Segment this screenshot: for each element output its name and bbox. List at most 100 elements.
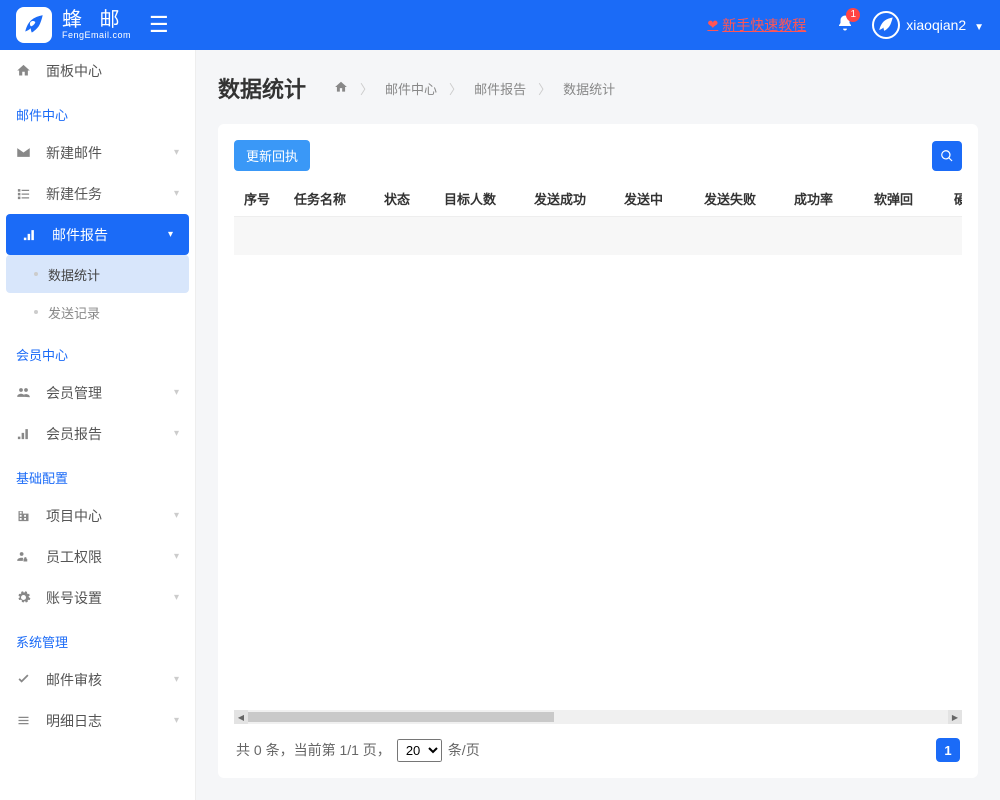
page-header: 数据统计 〉 邮件中心 〉 邮件报告 〉 数据统计: [218, 72, 978, 104]
dot-icon: [34, 272, 38, 276]
home-icon[interactable]: [334, 80, 348, 97]
chevron-down-icon: ▾: [174, 592, 179, 603]
menu-toggle-icon[interactable]: ☰: [149, 12, 169, 38]
search-button[interactable]: [932, 141, 962, 171]
chevron-down-icon: ▾: [168, 229, 173, 240]
sidebar-section-mail: 邮件中心: [0, 91, 195, 132]
table-header: 序号 任务名称 状态 目标人数 发送成功 发送中 发送失败 成功率 软弹回 硬弹…: [234, 181, 962, 217]
chevron-down-icon: ▾: [174, 551, 179, 562]
sidebar-item-project[interactable]: 项目中心 ▾: [0, 495, 195, 536]
sidebar-label: 面板中心: [46, 61, 102, 81]
col-failed: 发送失败: [694, 189, 784, 208]
sidebar-item-dashboard[interactable]: 面板中心: [0, 50, 195, 91]
username-label: xiaoqian2: [906, 17, 966, 33]
table-container: 序号 任务名称 状态 目标人数 发送成功 发送中 发送失败 成功率 软弹回 硬弹…: [234, 181, 962, 710]
data-card: 更新回执 序号 任务名称 状态 目标人数 发送成功 发送中 发送失败 成功率 软…: [218, 124, 978, 778]
sidebar-item-new-mail[interactable]: 新建邮件 ▾: [0, 132, 195, 173]
col-seq: 序号: [234, 189, 284, 208]
check-icon: [16, 672, 36, 687]
table-empty-message: No matching recor: [234, 217, 962, 255]
main-content: 数据统计 〉 邮件中心 〉 邮件报告 〉 数据统计 更新回执 序号: [196, 50, 1000, 800]
heart-icon: ❤: [707, 17, 718, 33]
sidebar-item-member-mgmt[interactable]: 会员管理 ▾: [0, 372, 195, 413]
chevron-down-icon: ▾: [174, 428, 179, 439]
col-success: 发送成功: [524, 189, 614, 208]
dot-icon: [34, 310, 38, 314]
scroll-left-arrow[interactable]: ◀: [234, 710, 248, 724]
sidebar-section-base: 基础配置: [0, 454, 195, 495]
horizontal-scrollbar[interactable]: ◀ ▶: [234, 710, 962, 724]
sidebar-sub-data-stats[interactable]: 数据统计: [6, 255, 189, 293]
col-task-name: 任务名称: [284, 189, 374, 208]
sidebar-section-sys: 系统管理: [0, 618, 195, 659]
breadcrumb-current: 数据统计: [563, 79, 615, 98]
pagination: 共 0 条，当前第 1/1 页， 20 条/页 1: [218, 724, 978, 762]
chevron-down-icon: ▼: [974, 22, 984, 33]
chevron-down-icon: ▾: [174, 715, 179, 726]
top-header: 蜂 邮 FengEmail.com ☰ ❤ 新手快速教程 1 xiaoqian2…: [0, 0, 1000, 50]
breadcrumb: 〉 邮件中心 〉 邮件报告 〉 数据统计: [334, 79, 615, 98]
sidebar-item-mail-audit[interactable]: 邮件审核 ▾: [0, 659, 195, 700]
scroll-right-arrow[interactable]: ▶: [948, 710, 962, 724]
col-softbounce: 软弹回: [864, 189, 944, 208]
sidebar-sub-send-log[interactable]: 发送记录: [0, 293, 195, 331]
dashboard-icon: [16, 63, 36, 78]
sidebar-item-detail-log[interactable]: 明细日志 ▾: [0, 700, 195, 741]
chevron-down-icon: ▾: [174, 510, 179, 521]
list-icon: [16, 186, 36, 201]
page-size-select[interactable]: 20: [397, 739, 442, 762]
user-avatar[interactable]: [872, 11, 900, 39]
chevron-right-icon: 〉: [538, 79, 551, 98]
breadcrumb-mail-center[interactable]: 邮件中心: [385, 79, 437, 98]
sidebar-item-mail-report[interactable]: 邮件报告 ▾: [6, 214, 189, 255]
pager-info: 共 0 条，当前第 1/1 页，: [236, 740, 391, 760]
brand-logo[interactable]: [16, 7, 52, 43]
col-target: 目标人数: [434, 189, 524, 208]
chart-icon: [16, 426, 36, 441]
chevron-right-icon: 〉: [360, 79, 373, 98]
notification-bell[interactable]: 1: [836, 14, 854, 37]
sidebar-label: 发送记录: [48, 303, 100, 322]
username-dropdown[interactable]: xiaoqian2 ▼: [906, 17, 984, 33]
users-icon: [16, 385, 36, 400]
notification-badge: 1: [846, 8, 860, 22]
building-icon: [16, 508, 36, 523]
scroll-thumb[interactable]: [248, 712, 554, 722]
sidebar-label: 项目中心: [46, 506, 102, 526]
sidebar-section-member: 会员中心: [0, 331, 195, 372]
sidebar-label: 明细日志: [46, 711, 102, 731]
envelope-icon: [16, 145, 36, 160]
chevron-down-icon: ▾: [174, 387, 179, 398]
col-hardbounce: 硬弹回: [944, 189, 962, 208]
tutorial-link[interactable]: ❤ 新手快速教程: [707, 15, 806, 35]
refresh-receipt-button[interactable]: 更新回执: [234, 140, 310, 171]
sidebar: 面板中心 邮件中心 新建邮件 ▾ 新建任务 ▾ 邮件报告 ▾ 数据统计 发送记录…: [0, 50, 196, 800]
chevron-down-icon: ▾: [174, 674, 179, 685]
current-page-badge[interactable]: 1: [936, 738, 960, 762]
sidebar-label: 会员管理: [46, 383, 102, 403]
user-lock-icon: [16, 549, 36, 564]
chevron-down-icon: ▾: [174, 188, 179, 199]
chevron-right-icon: 〉: [449, 79, 462, 98]
pager-suffix: 条/页: [448, 740, 480, 760]
sidebar-label: 会员报告: [46, 424, 102, 444]
brand-text: 蜂 邮 FengEmail.com: [62, 9, 131, 41]
sidebar-item-member-report[interactable]: 会员报告 ▾: [0, 413, 195, 454]
sidebar-item-account[interactable]: 账号设置 ▾: [0, 577, 195, 618]
list-icon: [16, 713, 36, 728]
breadcrumb-mail-report[interactable]: 邮件报告: [474, 79, 526, 98]
col-status: 状态: [374, 189, 434, 208]
gear-icon: [16, 590, 36, 605]
sidebar-label: 邮件审核: [46, 670, 102, 690]
brand-name: 蜂 邮: [62, 9, 131, 31]
sidebar-label: 员工权限: [46, 547, 102, 567]
sidebar-label: 数据统计: [48, 265, 100, 284]
sidebar-label: 账号设置: [46, 588, 102, 608]
chart-icon: [22, 227, 42, 242]
col-sending: 发送中: [614, 189, 694, 208]
chevron-down-icon: ▾: [174, 147, 179, 158]
col-rate: 成功率: [784, 189, 864, 208]
sidebar-item-staff[interactable]: 员工权限 ▾: [0, 536, 195, 577]
sidebar-item-new-task[interactable]: 新建任务 ▾: [0, 173, 195, 214]
page-title: 数据统计: [218, 72, 306, 104]
